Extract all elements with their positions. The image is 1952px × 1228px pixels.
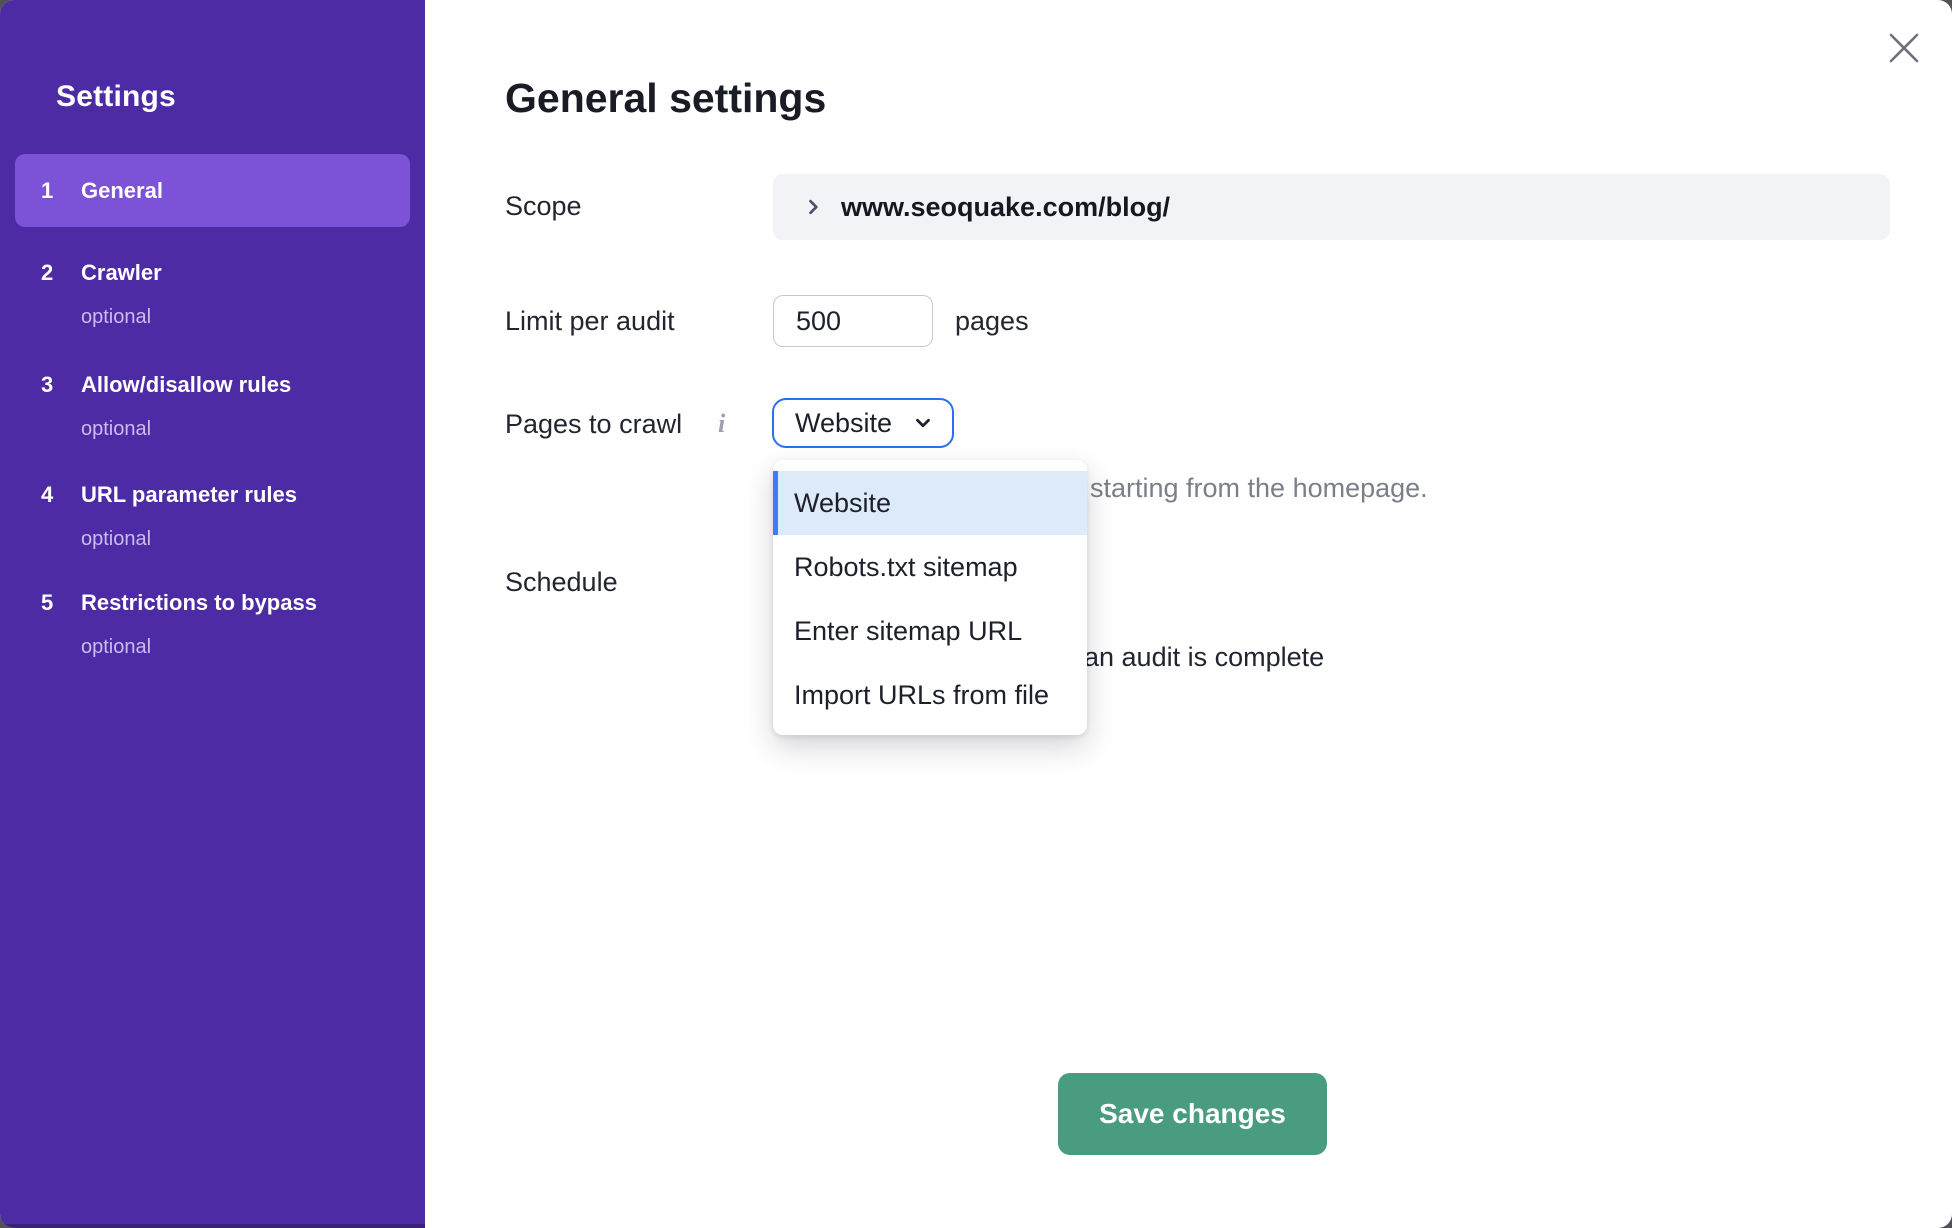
sidebar-item-label: Crawler [81, 260, 162, 285]
sidebar-item-label: URL parameter rules [81, 482, 298, 507]
pages-to-crawl-helper-text: starting from the homepage. [1090, 473, 1428, 503]
close-button[interactable] [1878, 22, 1930, 74]
pages-to-crawl-dropdown-menu: Website Robots.txt sitemap Enter sitemap… [773, 460, 1087, 735]
sidebar-item-restrictions-to-bypass[interactable]: 5 Restrictions to bypass optional [15, 578, 410, 670]
chevron-right-icon [803, 197, 823, 217]
pages-to-crawl-selected-value: Website [795, 407, 893, 438]
sidebar-item-number: 4 [41, 482, 54, 507]
scope-value: www.seoquake.com/blog/ [841, 191, 1171, 222]
info-icon[interactable]: i [718, 408, 725, 440]
sidebar-item-label: Allow/disallow rules [81, 372, 292, 397]
sidebar-item-optional: optional [81, 636, 152, 658]
settings-sidebar: Settings 1 General 2 Crawler optional 3 … [0, 0, 425, 1224]
sidebar-item-label: General [81, 177, 163, 203]
schedule-partial-text: an audit is complete [1084, 642, 1325, 672]
pages-to-crawl-label: Pages to crawl [505, 409, 683, 439]
dropdown-option-website[interactable]: Website [773, 471, 1087, 535]
dropdown-option-enter-sitemap-url[interactable]: Enter sitemap URL [773, 599, 1087, 663]
settings-modal: Settings 1 General 2 Crawler optional 3 … [0, 0, 1952, 1228]
sidebar-bottom-edge [0, 1224, 425, 1228]
limit-unit-label: pages [955, 306, 1029, 336]
dropdown-option-robots-txt-sitemap[interactable]: Robots.txt sitemap [773, 535, 1087, 599]
pages-to-crawl-select[interactable]: Website [772, 398, 954, 448]
sidebar-item-general[interactable]: 1 General [15, 154, 410, 227]
scope-field[interactable]: www.seoquake.com/blog/ [773, 174, 1890, 240]
sidebar-item-number: 5 [41, 590, 54, 615]
limit-per-audit-input[interactable] [773, 295, 933, 347]
sidebar-item-optional: optional [81, 418, 152, 440]
sidebar-item-number: 1 [41, 177, 54, 203]
dropdown-option-import-urls-from-file[interactable]: Import URLs from file [773, 663, 1087, 727]
page-title: General settings [505, 75, 827, 121]
close-icon [1885, 29, 1923, 67]
sidebar-item-optional: optional [81, 306, 152, 328]
sidebar-title: Settings [56, 80, 176, 113]
sidebar-item-optional: optional [81, 528, 152, 550]
sidebar-item-number: 2 [41, 260, 54, 285]
sidebar-item-number: 3 [41, 372, 54, 397]
scope-label: Scope [505, 191, 582, 221]
chevron-down-icon [912, 412, 934, 434]
save-changes-button[interactable]: Save changes [1058, 1073, 1327, 1155]
schedule-label: Schedule [505, 567, 618, 597]
sidebar-item-label: Restrictions to bypass [81, 590, 317, 615]
limit-per-audit-label: Limit per audit [505, 306, 675, 336]
sidebar-item-crawler[interactable]: 2 Crawler optional [15, 248, 410, 340]
sidebar-item-allow-disallow-rules[interactable]: 3 Allow/disallow rules optional [15, 360, 410, 452]
sidebar-item-url-parameter-rules[interactable]: 4 URL parameter rules optional [15, 470, 410, 562]
